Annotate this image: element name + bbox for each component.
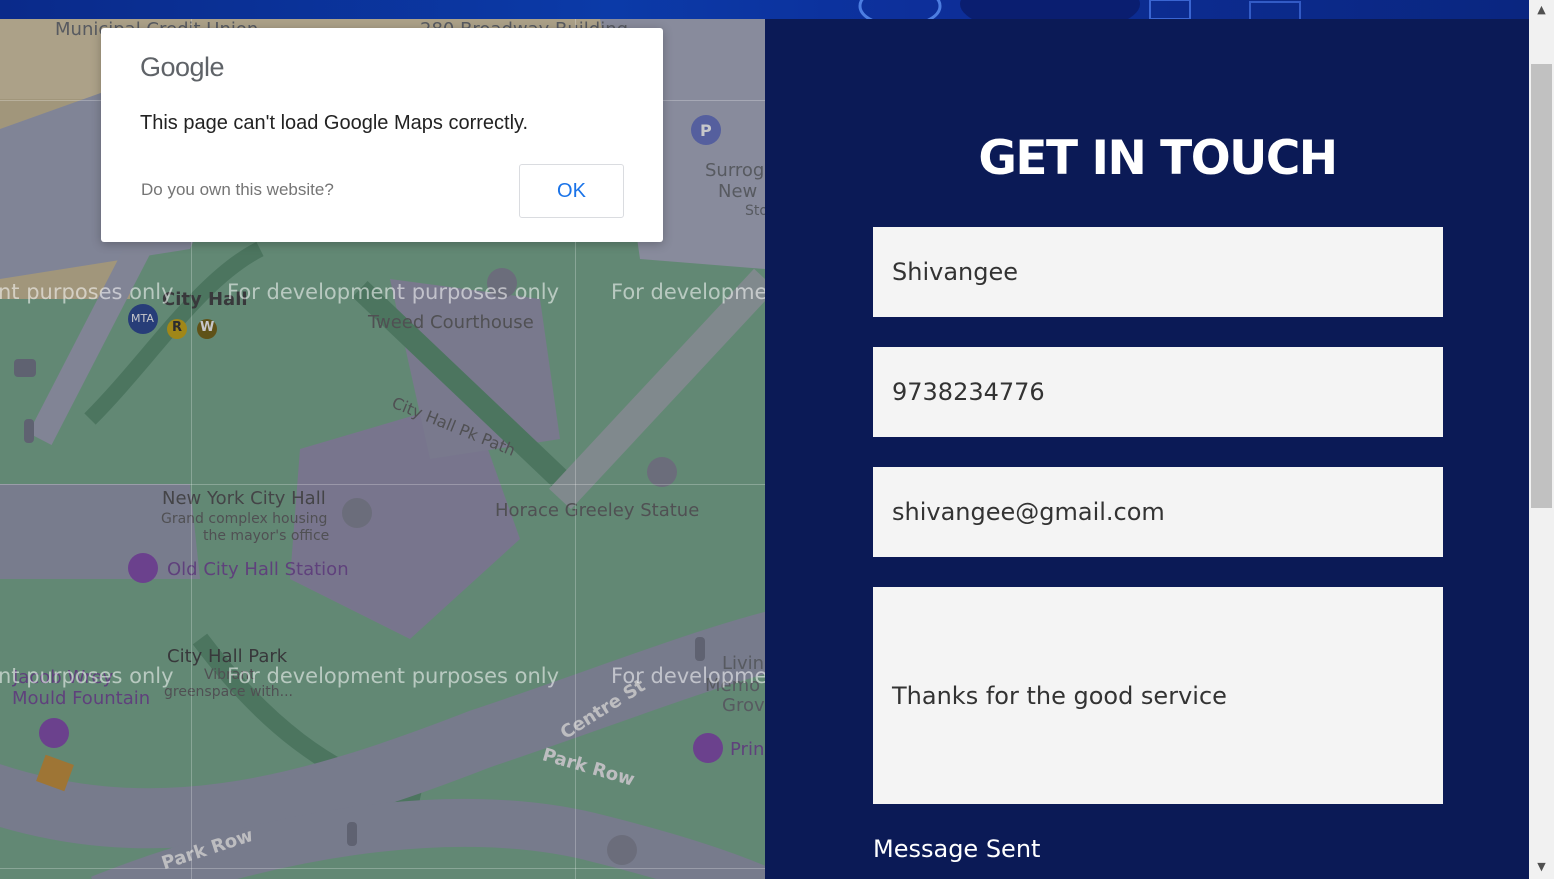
scroll-up-arrow-icon[interactable]: ▲ xyxy=(1529,0,1554,18)
message-text: Thanks for the good service xyxy=(892,681,1227,710)
dev-watermark: For developmen xyxy=(611,664,765,688)
maps-error-message: This page can't load Google Maps correct… xyxy=(140,112,529,134)
contact-section: GET IN TOUCH Thanks for the good service… xyxy=(765,19,1529,879)
map-tile-edge xyxy=(0,484,765,485)
owner-question-link[interactable]: Do you own this website? xyxy=(141,180,334,200)
dev-watermark: For development purposes only xyxy=(227,664,560,688)
page: Municipal Credit Union 280 Broadway Buil… xyxy=(0,0,1554,879)
contact-heading: GET IN TOUCH xyxy=(978,131,1338,186)
dev-watermark: nt purposes only xyxy=(0,664,174,688)
ok-button[interactable]: OK xyxy=(519,164,624,218)
google-logo: Google xyxy=(140,52,225,82)
status-message: Message Sent xyxy=(873,835,1041,863)
dev-watermark: nt purposes only xyxy=(0,280,174,304)
page-scrollbar[interactable]: ▲ ▼ xyxy=(1529,0,1554,879)
maps-error-dialog: Google This page can't load Google Maps … xyxy=(101,28,663,242)
scroll-thumb[interactable] xyxy=(1531,64,1552,508)
message-field[interactable]: Thanks for the good service xyxy=(873,587,1443,804)
map-tile-edge xyxy=(0,868,765,869)
phone-field[interactable] xyxy=(873,347,1443,437)
top-banner-image xyxy=(0,0,1529,19)
scroll-down-arrow-icon[interactable]: ▼ xyxy=(1529,857,1554,875)
name-field[interactable] xyxy=(873,227,1443,317)
dev-watermark: For developmen xyxy=(611,280,765,304)
dev-watermark: For development purposes only xyxy=(227,280,560,304)
email-field[interactable] xyxy=(873,467,1443,557)
